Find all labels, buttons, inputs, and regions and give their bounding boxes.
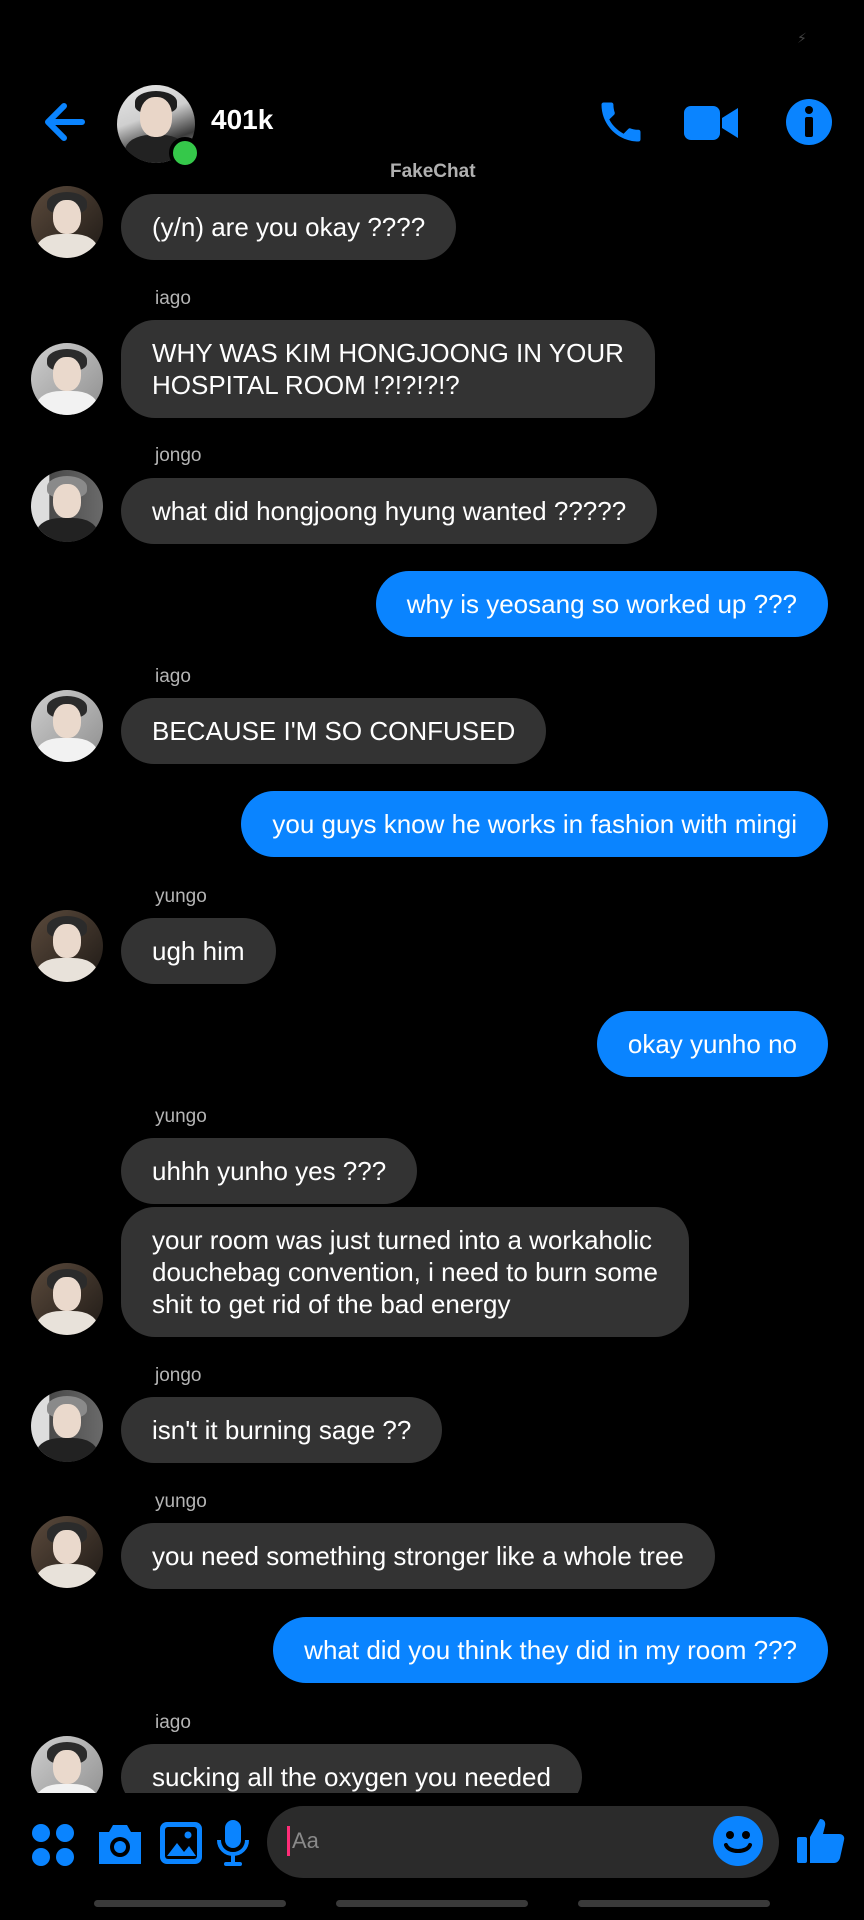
message-bubble[interactable]: okay yunho no xyxy=(596,1011,828,1077)
phone-icon[interactable] xyxy=(595,96,647,148)
thumbs-up-icon[interactable] xyxy=(795,1815,847,1867)
message-bubble[interactable]: what did hongjoong hyung wanted ????? xyxy=(121,478,658,544)
camera-icon[interactable] xyxy=(95,1820,145,1868)
chat-title[interactable]: 401k xyxy=(211,104,273,136)
message-input-placeholder[interactable]: Aa xyxy=(287,1826,319,1856)
nav-bar-segment xyxy=(336,1900,528,1907)
nav-bar-segment xyxy=(94,1900,286,1907)
sender-name: iago xyxy=(155,1712,191,1733)
watermark: FakeChat xyxy=(390,161,476,182)
sender-name: jongo xyxy=(155,445,202,466)
video-camera-icon[interactable] xyxy=(682,100,740,146)
sender-name: iago xyxy=(155,666,191,687)
sender-name: yungo xyxy=(155,1106,207,1127)
back-arrow-icon[interactable] xyxy=(40,96,92,148)
message-bubble[interactable]: BECAUSE I'M SO CONFUSED xyxy=(121,698,547,764)
battery-status-icon: ⚡ xyxy=(797,30,807,46)
message-bubble[interactable]: what did you think they did in my room ?… xyxy=(273,1617,828,1683)
message-bubble[interactable]: uhhh yunho yes ??? xyxy=(121,1138,418,1204)
message-bubble[interactable]: ugh him xyxy=(121,918,276,984)
message-bubble[interactable]: (y/n) are you okay ???? xyxy=(121,194,457,260)
sender-name: iago xyxy=(155,288,191,309)
emoji-icon[interactable] xyxy=(712,1815,764,1867)
message-bubble[interactable]: your room was just turned into a workaho… xyxy=(121,1207,689,1337)
sender-name: jongo xyxy=(155,1365,202,1386)
sender-avatar[interactable] xyxy=(31,343,103,415)
message-bubble[interactable]: why is yeosang so worked up ??? xyxy=(375,571,828,637)
sender-avatar[interactable] xyxy=(31,1516,103,1588)
sender-name: yungo xyxy=(155,886,207,907)
sender-avatar[interactable] xyxy=(31,1263,103,1335)
sender-avatar[interactable] xyxy=(31,1390,103,1462)
message-bubble[interactable]: you need something stronger like a whole… xyxy=(121,1523,715,1589)
microphone-icon[interactable] xyxy=(215,1818,251,1868)
message-bubble[interactable]: you guys know he works in fashion with m… xyxy=(241,791,828,857)
sender-avatar[interactable] xyxy=(31,690,103,762)
message-input[interactable] xyxy=(267,1806,779,1878)
apps-grid-icon[interactable] xyxy=(30,1822,76,1868)
chat-avatar[interactable] xyxy=(117,85,201,169)
gallery-icon[interactable] xyxy=(158,1820,204,1866)
message-bubble[interactable]: WHY WAS KIM HONGJOONG IN YOUR HOSPITAL R… xyxy=(121,320,655,418)
sender-avatar[interactable] xyxy=(31,186,103,258)
nav-bar-segment xyxy=(578,1900,770,1907)
message-bubble[interactable]: isn't it burning sage ?? xyxy=(121,1397,443,1463)
sender-name: yungo xyxy=(155,1491,207,1512)
sender-avatar[interactable] xyxy=(31,470,103,542)
info-icon[interactable] xyxy=(784,97,834,147)
online-indicator xyxy=(169,137,201,169)
sender-avatar[interactable] xyxy=(31,910,103,982)
